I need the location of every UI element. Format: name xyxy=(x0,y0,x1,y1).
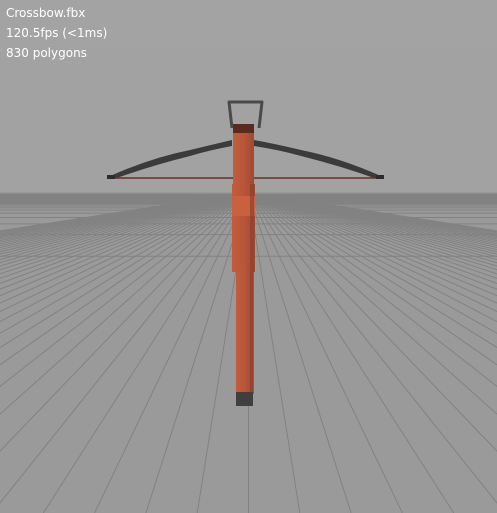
3d-viewport[interactable]: Crossbow.fbx 120.5fps (<1ms) 830 polygon… xyxy=(0,0,497,513)
crossbow-stock-shadow xyxy=(250,184,254,394)
crossbow-bow-tip-right xyxy=(376,175,384,179)
crossbow-stock-tip xyxy=(233,124,254,133)
polygon-count-readout: 830 polygons xyxy=(6,46,87,60)
file-name-label: Crossbow.fbx xyxy=(6,6,86,20)
crossbow-bow-tip-left xyxy=(107,175,115,179)
fps-readout: 120.5fps (<1ms) xyxy=(6,26,108,40)
crossbow-butt-cap xyxy=(236,392,253,406)
viewport-canvas[interactable] xyxy=(0,0,497,513)
stats-overlay: Crossbow.fbx 120.5fps (<1ms) 830 polygon… xyxy=(6,3,107,63)
